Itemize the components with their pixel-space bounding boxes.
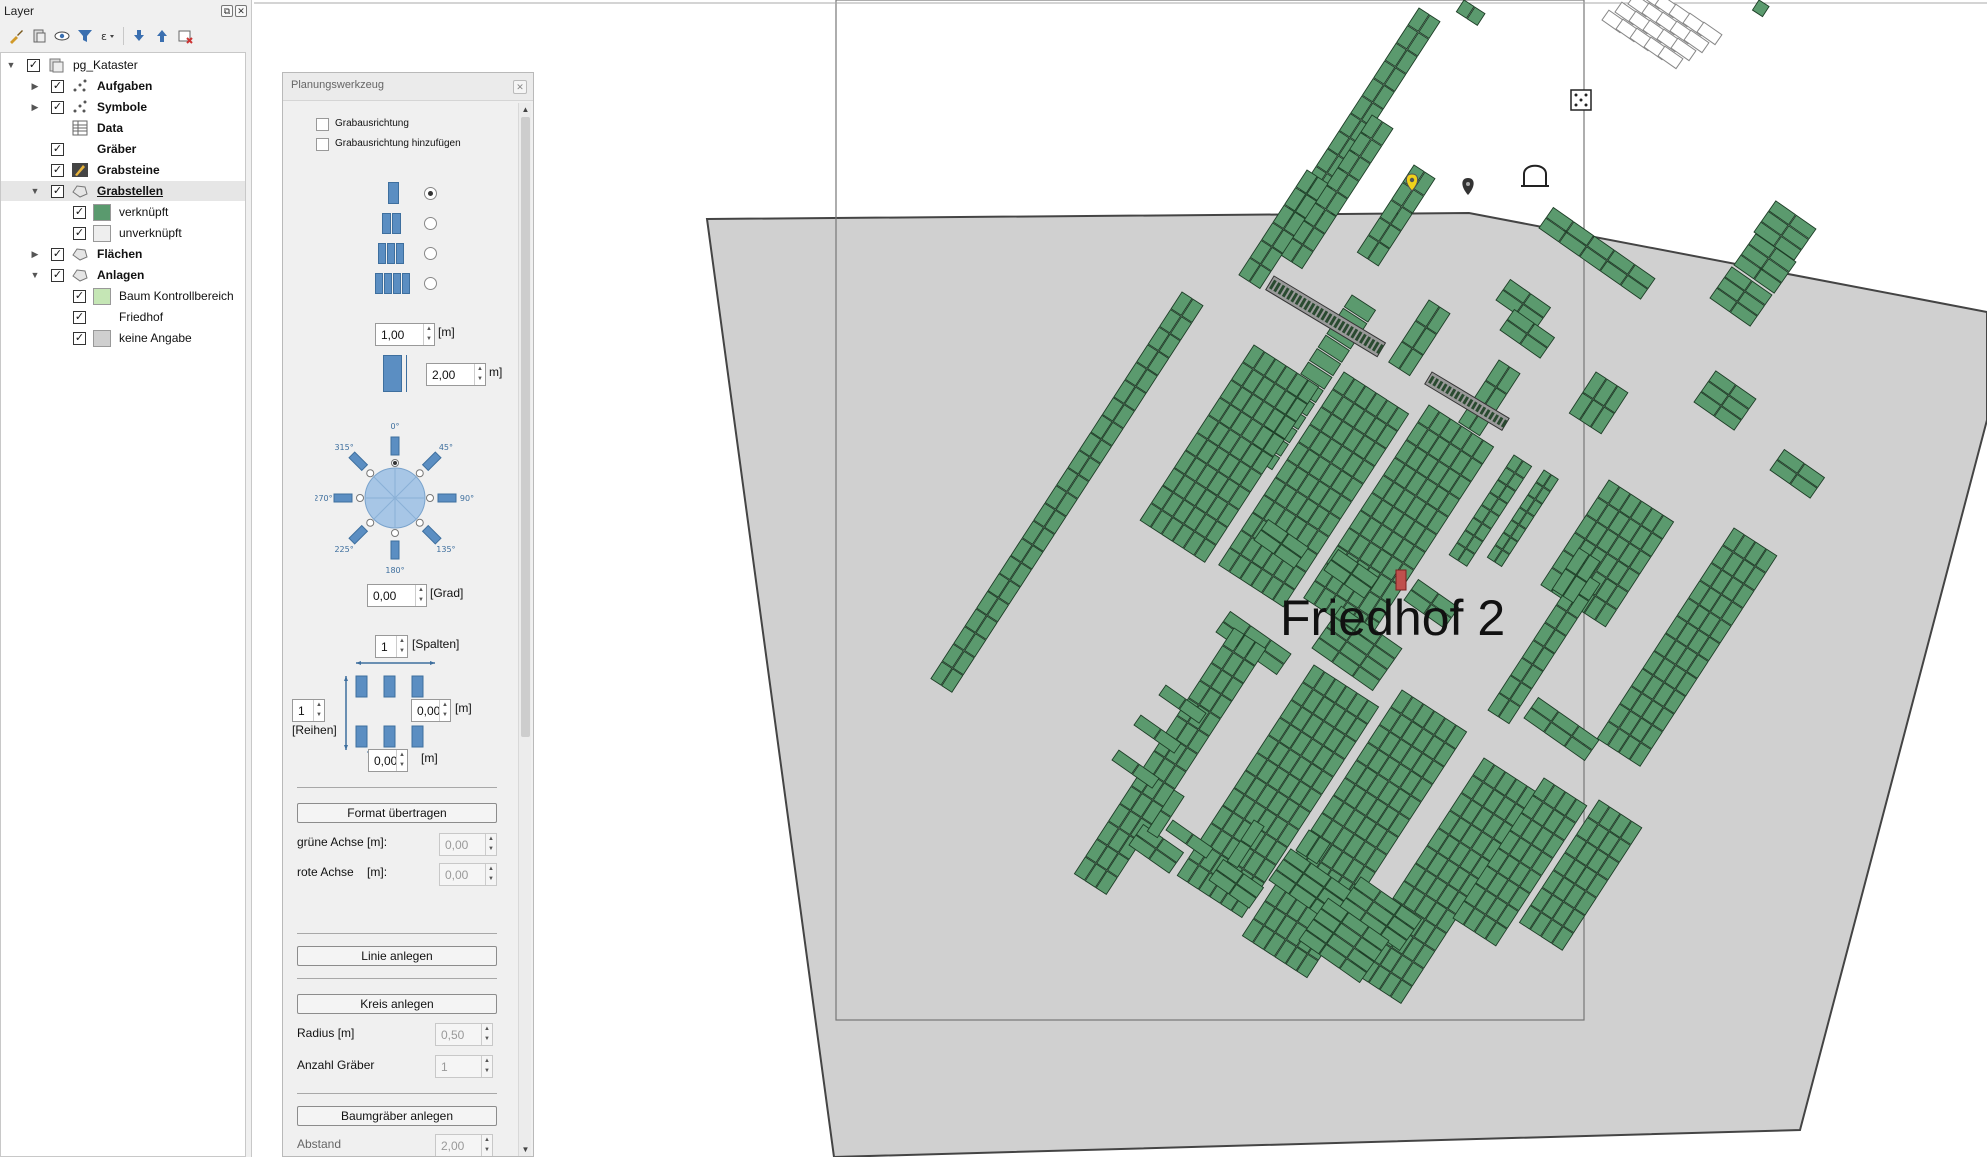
layer-row[interactable]: ✓ Baum Kontrollbereich xyxy=(1,286,245,306)
dice-icon xyxy=(1570,89,1592,111)
legend-swatch xyxy=(93,224,111,242)
layer-visibility-checkbox[interactable]: ✓ xyxy=(27,58,40,72)
map-drawing[interactable] xyxy=(254,0,1987,1157)
layer-row[interactable]: Data xyxy=(1,118,245,138)
layer-name: Gräber xyxy=(97,142,137,156)
layer-panel-title: Layer xyxy=(4,4,35,18)
map-canvas[interactable]: Friedhof 2 xyxy=(254,0,1987,1157)
paintbrush-icon[interactable] xyxy=(6,26,26,46)
layer-visibility-checkbox[interactable]: ✓ xyxy=(73,289,86,303)
grave xyxy=(1751,0,1770,18)
layer-row[interactable]: ▼ ✓ Anlagen xyxy=(1,265,245,285)
layer-row[interactable]: ✓ Friedhof xyxy=(1,307,245,327)
layer-name: Data xyxy=(97,121,124,135)
collapse-arrow-icon[interactable]: ▼ xyxy=(29,269,41,281)
project-icon xyxy=(49,58,64,73)
collapse-arrow-icon[interactable]: ▼ xyxy=(29,185,41,197)
bell-icon xyxy=(1521,164,1549,187)
layer-row[interactable]: ▼ ✓ pg_Kataster xyxy=(1,55,245,75)
layer-visibility-checkbox[interactable]: ✓ xyxy=(51,163,64,177)
close-icon[interactable]: ✕ xyxy=(235,5,247,17)
float-icon[interactable]: ⧉ xyxy=(221,5,233,17)
layer-name: Anlagen xyxy=(97,268,145,282)
layer-visibility-checkbox[interactable]: ✓ xyxy=(51,79,64,93)
layer-visibility-checkbox[interactable]: ✓ xyxy=(51,268,64,282)
layer-panel-title-bar: Layer ⧉ ✕ xyxy=(0,0,251,22)
grave-block xyxy=(1751,0,1770,18)
add-group-icon[interactable] xyxy=(29,26,49,46)
layer-name: keine Angabe xyxy=(119,331,192,345)
layer-row[interactable]: ✓ keine Angabe xyxy=(1,328,245,348)
eye-icon[interactable] xyxy=(52,26,72,46)
layer-visibility-checkbox[interactable]: ✓ xyxy=(73,310,86,324)
layer-visibility-checkbox[interactable]: ✓ xyxy=(73,226,86,240)
layer-name: Friedhof xyxy=(119,310,164,324)
layer-row[interactable]: ✓ Gräber xyxy=(1,139,245,159)
grave-block xyxy=(1455,0,1486,26)
expand-arrow-icon[interactable]: ▶ xyxy=(29,101,41,113)
layer-row[interactable]: ▶ ✓ Symbole xyxy=(1,97,245,117)
layer-name: Baum Kontrollbereich xyxy=(119,289,234,303)
layer-toolbar: ε xyxy=(0,22,251,50)
layer-visibility-checkbox[interactable]: ✓ xyxy=(51,247,64,261)
point-layer-icon xyxy=(73,79,87,92)
layer-row[interactable]: ✓ unverknüpft xyxy=(1,223,245,243)
layer-name: verknüpft xyxy=(119,205,169,219)
table-icon xyxy=(72,120,88,136)
legend-swatch xyxy=(93,287,111,305)
layer-name: Grabstellen xyxy=(97,184,164,198)
layer-name: Grabsteine xyxy=(97,163,160,177)
collapse-all-icon[interactable] xyxy=(152,26,172,46)
expand-all-icon[interactable] xyxy=(129,26,149,46)
cemetery-label: Friedhof 2 xyxy=(1280,590,1506,646)
layer-row[interactable]: ✓ Grabsteine xyxy=(1,160,245,180)
selected-grave xyxy=(1395,569,1407,591)
filter-icon[interactable] xyxy=(75,26,95,46)
layer-visibility-checkbox[interactable]: ✓ xyxy=(73,205,86,219)
polygon-icon xyxy=(72,269,88,282)
pencil-icon xyxy=(72,163,88,177)
layer-name: Aufgaben xyxy=(97,79,153,93)
legend-swatch xyxy=(93,329,111,347)
layer-name: pg_Kataster xyxy=(73,58,138,72)
layer-name: unverknüpft xyxy=(119,226,182,240)
grey-pin-icon xyxy=(1462,178,1474,195)
layer-row[interactable]: ▼ ✓ Grabstellen xyxy=(1,181,245,201)
layer-name: Symbole xyxy=(97,100,148,114)
layer-visibility-checkbox[interactable]: ✓ xyxy=(51,184,64,198)
layer-visibility-checkbox[interactable]: ✓ xyxy=(51,142,64,156)
layer-row[interactable]: ▶ ✓ Aufgaben xyxy=(1,76,245,96)
layer-name: Flächen xyxy=(97,247,143,261)
polygon-icon xyxy=(72,185,88,198)
layer-row[interactable]: ▶ ✓ Flächen xyxy=(1,244,245,264)
layer-panel: Layer ⧉ ✕ ε ▼ ✓ pg_Kataster ▶ ✓ Aufgaben… xyxy=(0,0,252,1157)
expand-arrow-icon[interactable]: ▶ xyxy=(29,80,41,92)
layer-visibility-checkbox[interactable]: ✓ xyxy=(51,100,64,114)
point-layer-icon xyxy=(73,100,87,113)
polygon-icon xyxy=(72,248,88,261)
legend-swatch xyxy=(93,203,111,221)
layer-tree: ▼ ✓ pg_Kataster ▶ ✓ Aufgaben ▶ ✓ Symbole Data ✓ Grä… xyxy=(0,52,246,1157)
layer-row[interactable]: ✓ verknüpft xyxy=(1,202,245,222)
toolbar-separator xyxy=(123,27,124,45)
remove-layer-icon[interactable] xyxy=(175,26,195,46)
layer-visibility-checkbox[interactable]: ✓ xyxy=(73,331,86,345)
expression-filter-icon[interactable]: ε xyxy=(98,26,118,46)
expand-arrow-icon[interactable]: ▶ xyxy=(29,248,41,260)
svg-text:ε: ε xyxy=(101,30,107,43)
collapse-arrow-icon[interactable]: ▼ xyxy=(5,59,17,71)
